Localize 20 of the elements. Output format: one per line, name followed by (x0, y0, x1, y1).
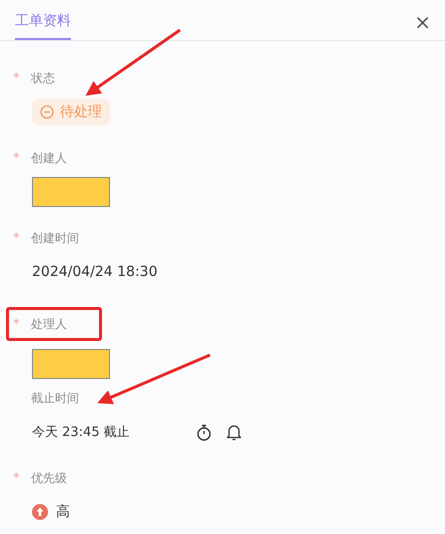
bell-icon[interactable] (226, 424, 242, 440)
field-label: 创建时间 (31, 230, 79, 246)
priority-text: 高 (56, 503, 70, 521)
field-value: 2024/04/24 18:30 (32, 264, 158, 280)
field-label: 优先级 (31, 470, 67, 486)
required-mark: * (13, 230, 20, 246)
close-button[interactable]: × (408, 11, 437, 40)
field-label: 处理人 (31, 316, 67, 332)
deadline-text: 今天 23:45 截止 (32, 424, 130, 441)
stopwatch-icon[interactable] (196, 424, 212, 440)
field-label: 截止时间 (31, 390, 79, 406)
required-mark: * (13, 70, 20, 86)
field-label: 创建人 (31, 150, 67, 166)
required-mark: * (13, 470, 20, 486)
required-mark: * (13, 316, 20, 332)
tab[interactable]: 工单资料 (15, 12, 71, 40)
field-label: 状态 (31, 70, 55, 86)
required-mark: * (13, 150, 20, 166)
minus-circle-icon (40, 105, 54, 119)
status-text: 待处理 (60, 103, 102, 121)
